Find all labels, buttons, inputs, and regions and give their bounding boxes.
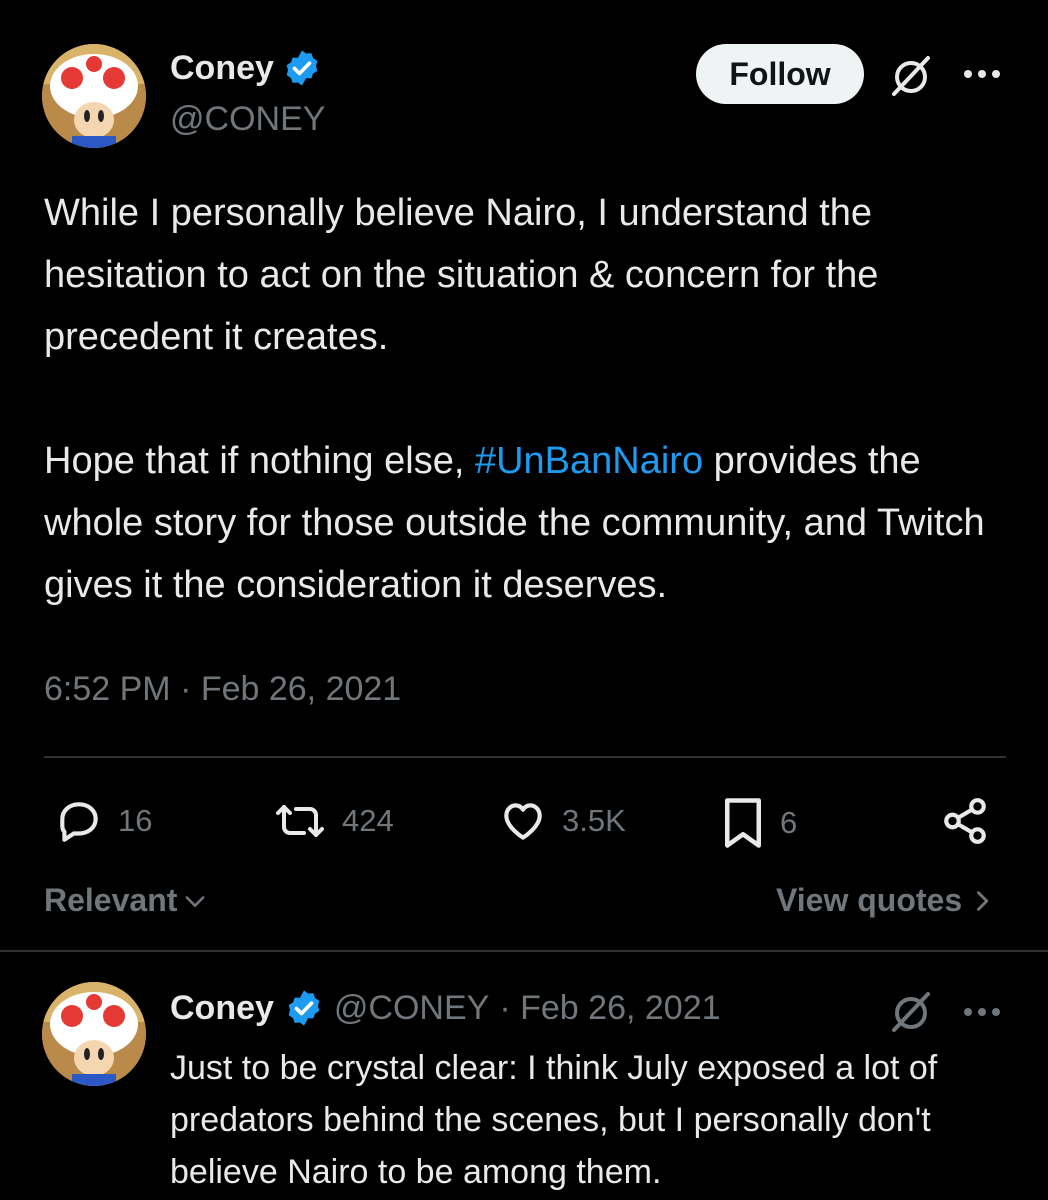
reply-author-handle[interactable]: @CONEY <box>334 989 489 1028</box>
tweet-paragraph-2-start: Hope that if nothing else, <box>44 440 475 482</box>
tweet-paragraph-1: While I personally believe Nairo, I unde… <box>44 192 879 358</box>
view-quotes-label: View quotes <box>776 882 963 918</box>
retweet-icon <box>272 796 328 846</box>
sort-dropdown[interactable]: Relevant <box>44 882 209 919</box>
like-count: 3.5K <box>562 803 626 838</box>
retweet-action[interactable]: 424 <box>272 796 394 846</box>
verified-badge-icon <box>284 988 324 1028</box>
reply-avatar[interactable] <box>42 982 146 1086</box>
toad-avatar-image <box>42 982 146 1086</box>
tweet-text: While I personally believe Nairo, I unde… <box>44 182 1014 616</box>
retweet-count: 424 <box>342 803 394 838</box>
more-icon[interactable] <box>962 1006 1002 1018</box>
bookmark-icon <box>720 796 766 850</box>
reply-author-name[interactable]: Coney <box>170 989 274 1028</box>
reply-icon <box>54 796 104 846</box>
divider <box>44 756 1006 758</box>
author-handle[interactable]: @CONEY <box>170 100 325 139</box>
view-quotes-link[interactable]: View quotes <box>776 882 994 919</box>
avatar[interactable] <box>42 44 146 148</box>
grok-icon[interactable] <box>886 986 936 1036</box>
share-icon[interactable] <box>940 796 990 846</box>
divider <box>0 950 1048 952</box>
chevron-down-icon <box>181 887 209 915</box>
bookmark-count: 6 <box>780 805 798 840</box>
more-icon[interactable] <box>962 68 1002 80</box>
reply-header: Coney @CONEY · Feb 26, 2021 <box>170 988 721 1028</box>
bookmark-action[interactable]: 6 <box>720 796 797 850</box>
like-action[interactable]: 3.5K <box>498 796 626 846</box>
grok-icon[interactable] <box>886 50 936 100</box>
tweet-paragraph-2: Hope that if nothing else, #UnBanNairo p… <box>44 430 1014 616</box>
reply-date[interactable]: · Feb 26, 2021 <box>499 989 720 1028</box>
toad-avatar-image <box>42 44 146 148</box>
verified-badge-icon <box>282 48 322 88</box>
reply-count: 16 <box>118 803 153 838</box>
chevron-right-icon <box>970 886 994 916</box>
hashtag-link[interactable]: #UnBanNairo <box>475 440 703 482</box>
author-name[interactable]: Coney <box>170 49 274 88</box>
like-icon <box>498 796 548 846</box>
reply-action[interactable]: 16 <box>54 796 152 846</box>
follow-button[interactable]: Follow <box>696 44 864 104</box>
author-name-row[interactable]: Coney <box>170 48 322 88</box>
tweet-timestamp[interactable]: 6:52 PM · Feb 26, 2021 <box>44 670 401 709</box>
sort-label: Relevant <box>44 882 178 918</box>
reply-text: Just to be crystal clear: I think July e… <box>170 1049 938 1191</box>
